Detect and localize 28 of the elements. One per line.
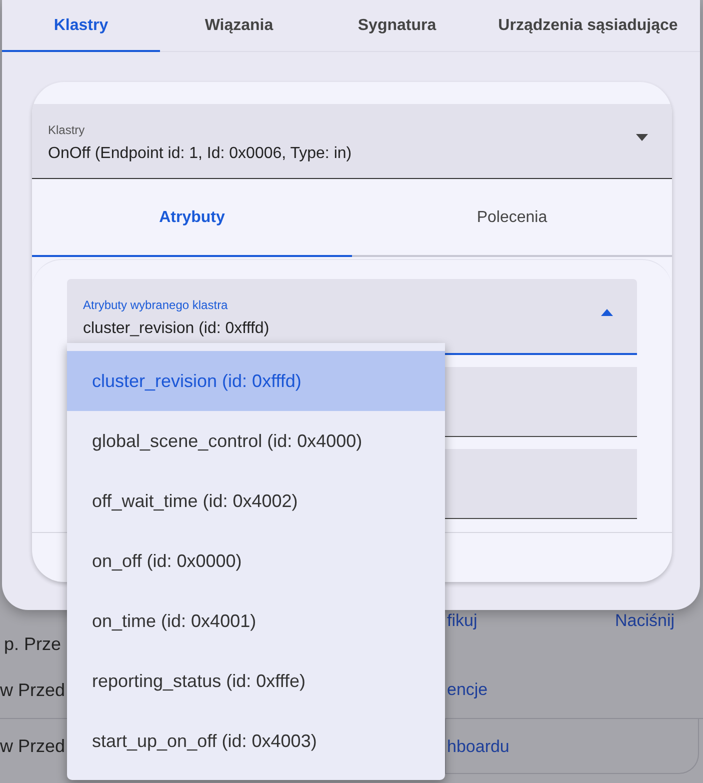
menu-item[interactable]: reporting_status (id: 0xfffe) [67,651,445,711]
field-value: cluster_revision (id: 0xfffd) [83,319,270,339]
menu-item[interactable]: on_off (id: 0x0000) [67,531,445,591]
tab[interactable]: Urządzenia sąsiadujące [476,0,700,52]
menu-item[interactable]: start_up_on_off (id: 0x4003) [67,711,445,771]
link[interactable]: Naciśnij [615,608,675,634]
field-label: Klastry [48,122,85,139]
list-text: w Przed [0,735,66,758]
tab[interactable]: Sygnatura [318,0,476,52]
link[interactable]: fikuj [447,608,478,634]
tab[interactable]: Polecenia [352,179,672,257]
link[interactable]: encje [447,677,488,703]
select-field[interactable]: Klastry OnOff (Endpoint id: 1, Id: 0x0006, Type: in) [32,104,672,179]
menu-item[interactable]: on_time (id: 0x4001) [67,591,445,651]
list-text: w Przed [0,678,66,702]
select-field[interactable]: Atrybuty wybranego klastra cluster_revision (id: 0xfffd) [67,279,637,355]
menu-item[interactable]: off_wait_time (id: 0x4002) [67,471,445,531]
tab[interactable]: Wiązania [160,0,318,52]
menu-item[interactable]: cluster_revision (id: 0xfffd) [67,351,445,411]
tab[interactable]: Atrybuty [32,179,352,257]
field-label: Atrybuty wybranego klastra [83,297,228,314]
caret-down-icon [636,134,648,141]
tab[interactable]: Klastry [2,0,160,52]
menu-item[interactable]: global_scene_control (id: 0x4000) [67,411,445,471]
list-text: p. Prze [4,633,62,656]
link[interactable]: hboardu [447,734,510,760]
field-value: OnOff (Endpoint id: 1, Id: 0x0006, Type: in) [48,144,352,164]
caret-up-icon [601,309,613,316]
